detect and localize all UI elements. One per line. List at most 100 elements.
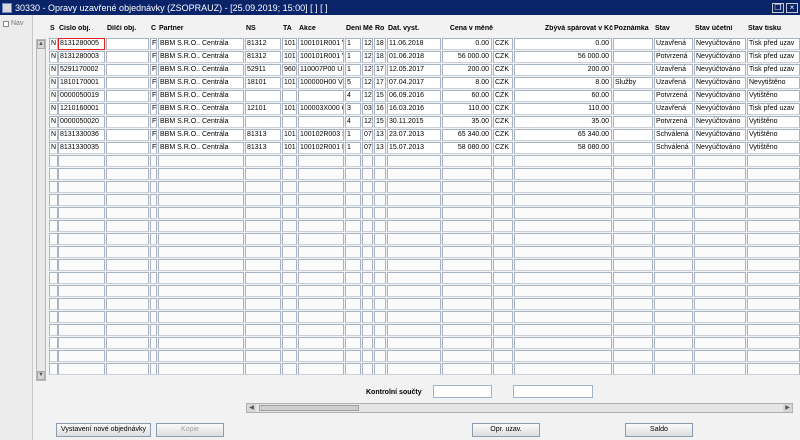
- cell-remaining[interactable]: [514, 207, 612, 219]
- cell-ns[interactable]: [245, 233, 281, 245]
- cell-order-no[interactable]: [58, 311, 105, 323]
- cell-partner[interactable]: BBM S.R.O.. Centrála: [158, 38, 244, 50]
- cell-state[interactable]: [654, 311, 693, 323]
- header-c[interactable]: Č: [151, 25, 158, 32]
- cell-deni[interactable]: [345, 259, 361, 271]
- cell-ns[interactable]: 81312: [245, 51, 281, 63]
- cell-deni[interactable]: [345, 194, 361, 206]
- header-state[interactable]: Stav: [655, 25, 694, 32]
- table-row[interactable]: [35, 298, 800, 311]
- cell-me[interactable]: [362, 324, 373, 336]
- cell-deni[interactable]: [345, 272, 361, 284]
- cell-ta[interactable]: [282, 272, 297, 284]
- table-row[interactable]: N 5291170002 F BBM S.R.O.. Centrála 52911 960…: [35, 64, 800, 77]
- cell-sub-order[interactable]: [106, 350, 149, 362]
- cell-ro[interactable]: 17: [374, 77, 386, 89]
- cell-price[interactable]: 60.00: [442, 90, 492, 102]
- cell-price[interactable]: 58 080.00: [442, 142, 492, 154]
- cell-currency[interactable]: [493, 246, 513, 258]
- scroll-right-icon[interactable]: ▶: [783, 404, 792, 412]
- header-print-state[interactable]: Stav tisku: [748, 25, 800, 32]
- header-ta[interactable]: TA: [283, 25, 298, 32]
- cell-price[interactable]: [442, 259, 492, 271]
- cell-state[interactable]: [654, 220, 693, 232]
- cell-currency[interactable]: CZK: [493, 103, 513, 115]
- cell-akce[interactable]: [298, 350, 344, 362]
- cell-state[interactable]: [654, 259, 693, 271]
- cell-c[interactable]: [150, 298, 157, 310]
- cell-ns[interactable]: 81313: [245, 129, 281, 141]
- cell-deni[interactable]: [345, 337, 361, 349]
- cell-c[interactable]: F: [150, 116, 157, 128]
- cell-sub-order[interactable]: [106, 142, 149, 154]
- cell-ns[interactable]: [245, 90, 281, 102]
- cell-ns[interactable]: [245, 298, 281, 310]
- cell-state[interactable]: [654, 298, 693, 310]
- cell-note[interactable]: [613, 324, 653, 336]
- cell-price[interactable]: 56 000.00: [442, 51, 492, 63]
- cell-acc-state[interactable]: [694, 155, 746, 167]
- cell-ta[interactable]: 101: [282, 51, 297, 63]
- cell-date[interactable]: [387, 298, 441, 310]
- cell-state[interactable]: [654, 285, 693, 297]
- cell-c[interactable]: [150, 181, 157, 193]
- horizontal-scrollbar[interactable]: ◀ ▶: [246, 403, 793, 413]
- cell-order-no[interactable]: [58, 298, 105, 310]
- cell-sub-order[interactable]: [106, 298, 149, 310]
- cell-state[interactable]: Potvrzená: [654, 116, 693, 128]
- cell-date[interactable]: [387, 233, 441, 245]
- header-akce[interactable]: Akce: [299, 25, 345, 32]
- cell-ro[interactable]: [374, 285, 386, 297]
- cell-status[interactable]: [49, 337, 58, 349]
- cell-currency[interactable]: [493, 272, 513, 284]
- cell-c[interactable]: [150, 363, 157, 375]
- cell-status[interactable]: N: [49, 51, 58, 63]
- cell-currency[interactable]: [493, 155, 513, 167]
- cell-deni[interactable]: [345, 246, 361, 258]
- cell-acc-state[interactable]: [694, 220, 746, 232]
- cell-ns[interactable]: [245, 259, 281, 271]
- cell-akce[interactable]: [298, 259, 344, 271]
- cell-currency[interactable]: [493, 207, 513, 219]
- cell-state[interactable]: [654, 246, 693, 258]
- vertical-scrollbar[interactable]: ▲ ▼: [36, 39, 46, 381]
- cell-order-no[interactable]: 8131330036: [58, 129, 105, 141]
- cell-price[interactable]: [442, 220, 492, 232]
- cell-date[interactable]: [387, 168, 441, 180]
- table-row[interactable]: [35, 194, 800, 207]
- cell-note[interactable]: [613, 363, 653, 375]
- cell-acc-state[interactable]: [694, 194, 746, 206]
- table-row[interactable]: N 8131280005 F BBM S.R.O.. Centrála 81312 101…: [35, 38, 800, 51]
- cell-order-no[interactable]: [58, 233, 105, 245]
- cell-date[interactable]: 01.06.2018: [387, 51, 441, 63]
- cell-partner[interactable]: [158, 285, 244, 297]
- cell-deni[interactable]: [345, 285, 361, 297]
- header-sub-order[interactable]: Dílčí obj.: [107, 25, 150, 32]
- cell-ns[interactable]: [245, 285, 281, 297]
- cell-currency[interactable]: [493, 194, 513, 206]
- cell-me[interactable]: [362, 272, 373, 284]
- cell-currency[interactable]: CZK: [493, 38, 513, 50]
- header-note[interactable]: Poznámka: [614, 25, 654, 32]
- cell-order-no[interactable]: 1210160001: [58, 103, 105, 115]
- header-order-no[interactable]: Číslo obj.: [59, 25, 106, 32]
- cell-acc-state[interactable]: [694, 272, 746, 284]
- cell-acc-state[interactable]: Nevyúčtováno: [694, 64, 746, 76]
- cell-partner[interactable]: [158, 168, 244, 180]
- cell-akce[interactable]: 100102R003 S: [298, 129, 344, 141]
- cell-ro[interactable]: [374, 298, 386, 310]
- cell-deni[interactable]: [345, 207, 361, 219]
- cell-sub-order[interactable]: [106, 129, 149, 141]
- cell-akce[interactable]: [298, 298, 344, 310]
- cell-ro[interactable]: [374, 246, 386, 258]
- cell-order-no[interactable]: [58, 272, 105, 284]
- cell-c[interactable]: [150, 259, 157, 271]
- cell-ro[interactable]: [374, 207, 386, 219]
- cell-ro[interactable]: [374, 168, 386, 180]
- cell-note[interactable]: Služby: [613, 77, 653, 89]
- cell-print-state[interactable]: [747, 324, 800, 336]
- cell-remaining[interactable]: [514, 311, 612, 323]
- table-row[interactable]: [35, 181, 800, 194]
- cell-status[interactable]: [49, 233, 58, 245]
- cell-akce[interactable]: [298, 285, 344, 297]
